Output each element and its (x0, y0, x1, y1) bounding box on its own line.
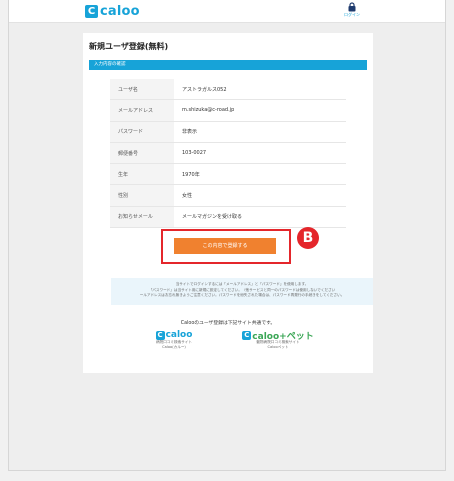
table-row: 郵便番号 103-0027 (110, 142, 346, 165)
row-label: メールアドレス (110, 100, 174, 121)
logo-mark: C (85, 4, 98, 18)
submit-highlight-outline: この内容で登録する (161, 229, 291, 264)
step-badge: B (297, 227, 319, 249)
section-header: 入力内容の確認 (89, 60, 367, 70)
row-value: メールマガジンを受け取る (182, 214, 243, 221)
registration-card: 新規ユーザ登録(無料) 入力内容の確認 ユーザ名 アストラガルス052 メールア… (83, 33, 373, 373)
page-title: 新規ユーザ登録(無料) (89, 42, 169, 51)
caloo-logo[interactable]: C caloo (85, 3, 140, 19)
row-label: 性別 (110, 185, 174, 206)
table-row: お知らせメール メールマガジンを受け取る (110, 206, 346, 229)
password-notice: 当サイトでログインするには「メールアドレス」と「パスワード」を使用します。 「パ… (111, 278, 373, 305)
brand-logo: C caloo (119, 330, 229, 340)
table-row: パスワード 非表示 (110, 121, 346, 143)
table-row: 生年 1970年 (110, 164, 346, 186)
brand-caloo[interactable]: C caloo 病院口コミ検索サイト Caloo(カルー) (119, 330, 229, 350)
logo-text: caloo (100, 3, 140, 19)
row-label: パスワード (110, 121, 174, 142)
row-label: お知らせメール (110, 206, 174, 228)
table-row: 性別 女性 (110, 185, 346, 207)
notice-line: ールアドレスはお忘れ無きようご注意ください。パスワードを紛失された場合は、パスワ… (139, 293, 345, 297)
brand-mark: C (242, 330, 252, 340)
login-button[interactable]: ログイン (341, 2, 363, 20)
row-value: アストラガルス052 (182, 86, 227, 93)
row-value: m.shizuka@c-road.jp (182, 107, 235, 114)
common-registration-text: Calooのユーザ登録は下記サイト共通です。 (180, 321, 276, 326)
confirmation-table: ユーザ名 アストラガルス052 メールアドレス m.shizuka@c-road… (110, 79, 346, 229)
brand-subname: Calooペット (267, 345, 289, 349)
row-label: 郵便番号 (110, 142, 174, 164)
site-header: C caloo ログイン (9, 0, 445, 23)
table-row: ユーザ名 アストラガルス052 (110, 79, 346, 101)
page-frame: C caloo ログイン 新規ユーザ登録(無料) 入力内容の確認 ユーザ名 アス… (8, 0, 446, 471)
row-label: ユーザ名 (110, 79, 174, 100)
table-row: メールアドレス m.shizuka@c-road.jp (110, 100, 346, 122)
brand-caloo-pet[interactable]: C caloo+ペット 動物病院口コミ検索サイト Calooペット (223, 330, 333, 350)
login-label: ログイン (344, 12, 360, 17)
row-value: 非表示 (182, 129, 198, 136)
row-label: 生年 (110, 164, 174, 185)
brand-subname: Caloo(カルー) (162, 345, 186, 349)
row-value: 女性 (182, 193, 193, 200)
submit-registration-button[interactable]: この内容で登録する (174, 238, 276, 254)
row-value: 1970年 (182, 171, 200, 178)
brand-logo: C caloo+ペット (223, 330, 333, 342)
row-value: 103-0027 (182, 150, 207, 157)
brand-mark: C (155, 330, 165, 340)
brand-name: caloo (165, 330, 193, 340)
lock-icon (348, 2, 356, 12)
